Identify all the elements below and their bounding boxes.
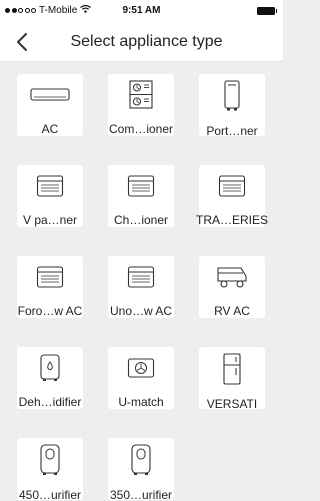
appliance-tile[interactable]: Deh…idifier (17, 347, 83, 409)
appliance-tile[interactable]: Port…ner (199, 74, 265, 138)
appliance-label: U-match (118, 395, 164, 409)
status-time: 9:51 AM (122, 5, 161, 16)
appliance-label: Deh…idifier (18, 395, 82, 409)
appliance-label: TRA…ERIES (196, 213, 269, 227)
appliance-tile[interactable]: Foro…w AC (17, 256, 83, 318)
appliance-tile[interactable]: Uno…w AC (108, 256, 174, 318)
appliance-grid: AC Com…ioner Port…ner V pa…ner Ch…ioner TRA…E… (0, 62, 283, 501)
appliance-tile[interactable]: VERSATI (199, 347, 265, 411)
panel-ac-icon (218, 171, 246, 201)
appliance-label: RV AC (214, 304, 250, 318)
purifier-icon (130, 444, 152, 476)
appliance-label: Ch…ioner (113, 213, 169, 227)
purifier-icon (39, 444, 61, 476)
window-ac-icon (36, 262, 64, 292)
appliance-tile[interactable]: 350…urifier (108, 438, 174, 501)
appliance-label: Foro…w AC (17, 304, 83, 318)
dehumidifier-icon (39, 353, 61, 383)
appliance-label: Port…ner (206, 124, 258, 138)
appliance-label: 450…urifier (18, 488, 82, 501)
appliance-tile[interactable]: V pa…ner (17, 165, 83, 227)
appliance-label: Com…ioner (108, 122, 174, 136)
appliance-tile[interactable]: Com…ioner (108, 74, 174, 136)
appliance-tile[interactable]: AC (17, 74, 83, 136)
rv-ac-icon (214, 262, 250, 292)
appliance-tile[interactable]: RV AC (199, 256, 265, 318)
appliance-tile[interactable]: TRA…ERIES (196, 165, 269, 227)
fridge-icon (222, 353, 242, 385)
top-bar: T-Mobile 9:51 AM Select appliance type (0, 0, 283, 62)
portable-ac-icon (222, 80, 242, 112)
appliance-tile[interactable]: U-match (108, 347, 174, 409)
appliance-label: VERSATI (206, 397, 258, 411)
panel-ac-icon (127, 171, 155, 201)
u-match-icon (127, 353, 155, 383)
status-bar: T-Mobile 9:51 AM (0, 0, 283, 20)
appliance-label: V pa…ner (22, 213, 78, 227)
appliance-label: 350…urifier (109, 488, 173, 501)
battery-icon (257, 7, 277, 15)
appliance-tile[interactable]: Ch…ioner (108, 165, 174, 227)
appliance-label: AC (41, 122, 59, 136)
appliance-label: Uno…w AC (109, 304, 173, 318)
combo-ac-icon (128, 80, 154, 110)
panel-ac-icon (36, 171, 64, 201)
window-ac-icon (127, 262, 155, 292)
appliance-tile[interactable]: 450…urifier (17, 438, 83, 501)
wall-ac-icon (30, 80, 70, 110)
page-title: Select appliance type (70, 33, 223, 50)
